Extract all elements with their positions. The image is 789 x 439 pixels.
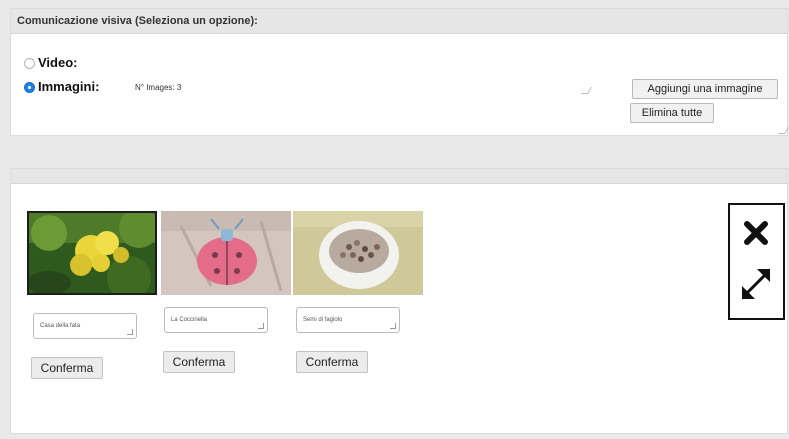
add-image-button[interactable]: Aggiungi una immagine bbox=[632, 79, 778, 99]
images-label: Immagini: bbox=[38, 79, 100, 94]
caption-input-3[interactable]: Semi di fagiolo bbox=[296, 307, 400, 333]
actions-svg bbox=[742, 221, 770, 299]
image-actions-box bbox=[728, 203, 785, 320]
confirm-button-1[interactable]: Conferma bbox=[31, 357, 103, 379]
caption-input-1[interactable]: Casa della fata bbox=[33, 313, 137, 339]
image-gallery-panel: Casa della fata Conferma La Coccinella C… bbox=[10, 168, 788, 434]
gallery-header-bar bbox=[11, 169, 787, 184]
beans-bowl-image bbox=[293, 211, 423, 295]
resize-grip[interactable] bbox=[580, 87, 593, 94]
confirm-button-2[interactable]: Conferma bbox=[163, 351, 235, 373]
image-thumbnail-1[interactable] bbox=[27, 211, 157, 295]
image-thumbnail-3[interactable] bbox=[293, 211, 423, 295]
image-thumbnail-2[interactable] bbox=[161, 211, 291, 295]
flower-image bbox=[29, 213, 155, 293]
confirm-button-3[interactable]: Conferma bbox=[296, 351, 368, 373]
close-icon[interactable] bbox=[744, 221, 768, 245]
panel-resize-grip[interactable] bbox=[777, 127, 789, 134]
visual-communication-panel: Comunicazione visiva (Seleziona un opzio… bbox=[10, 8, 789, 136]
expand-icon[interactable] bbox=[742, 269, 770, 299]
panel-title: Comunicazione visiva (Seleziona un opzio… bbox=[11, 9, 787, 34]
caption-input-2[interactable]: La Coccinella bbox=[164, 307, 268, 333]
images-radio[interactable] bbox=[24, 82, 35, 93]
video-radio[interactable] bbox=[24, 58, 35, 69]
ladybug-image bbox=[161, 211, 291, 295]
delete-all-button[interactable]: Elimina tutte bbox=[630, 103, 714, 123]
video-label: Video: bbox=[38, 55, 78, 70]
image-count: N° Images: 3 bbox=[135, 83, 182, 92]
